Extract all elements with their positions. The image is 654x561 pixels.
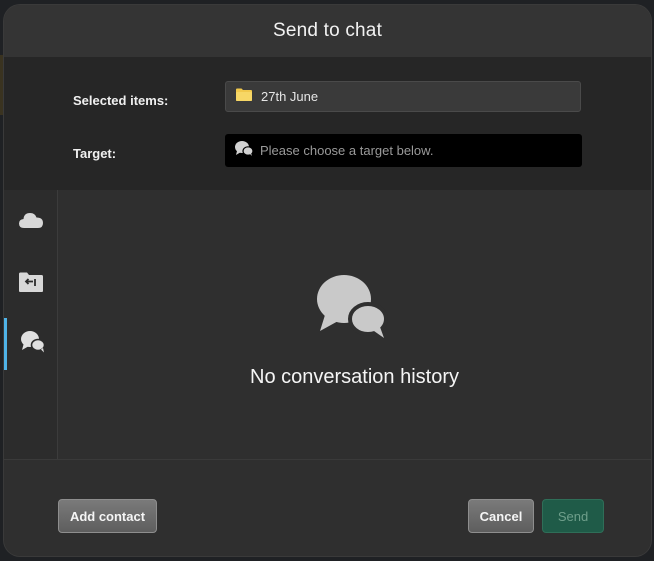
chat-bubbles-icon xyxy=(316,275,390,344)
add-contact-button[interactable]: Add contact xyxy=(58,499,157,533)
selected-items-label: Selected items: xyxy=(73,93,169,108)
sidebar-item-chats[interactable] xyxy=(4,318,58,370)
chat-bubbles-icon xyxy=(234,140,254,162)
cancel-button[interactable]: Cancel xyxy=(468,499,534,533)
empty-state-message: No conversation history xyxy=(250,366,459,388)
dialog-footer: Add contact Cancel Send xyxy=(4,459,651,556)
folder-icon xyxy=(235,87,253,107)
cloud-icon xyxy=(18,211,44,234)
send-to-chat-dialog: Send to chat Selected items: 27th June T… xyxy=(4,5,651,556)
send-form: Selected items: 27th June Target: Please… xyxy=(4,57,651,190)
selected-item-name: 27th June xyxy=(261,89,319,104)
conversation-list: No conversation history xyxy=(58,190,651,460)
chat-bubbles-icon xyxy=(20,330,46,359)
target-field[interactable]: Please choose a target below. xyxy=(225,134,582,167)
target-placeholder: Please choose a target below. xyxy=(260,143,434,158)
selected-items-field: 27th June xyxy=(225,81,581,112)
dialog-title: Send to chat xyxy=(272,20,383,41)
send-button[interactable]: Send xyxy=(542,499,604,533)
incoming-shares-icon xyxy=(18,271,44,298)
target-label: Target: xyxy=(73,146,117,161)
target-sidebar xyxy=(4,190,58,460)
sidebar-item-cloud-drive[interactable] xyxy=(4,196,58,248)
sidebar-item-incoming-shares[interactable] xyxy=(4,258,58,310)
dialog-header: Send to chat xyxy=(4,5,651,57)
